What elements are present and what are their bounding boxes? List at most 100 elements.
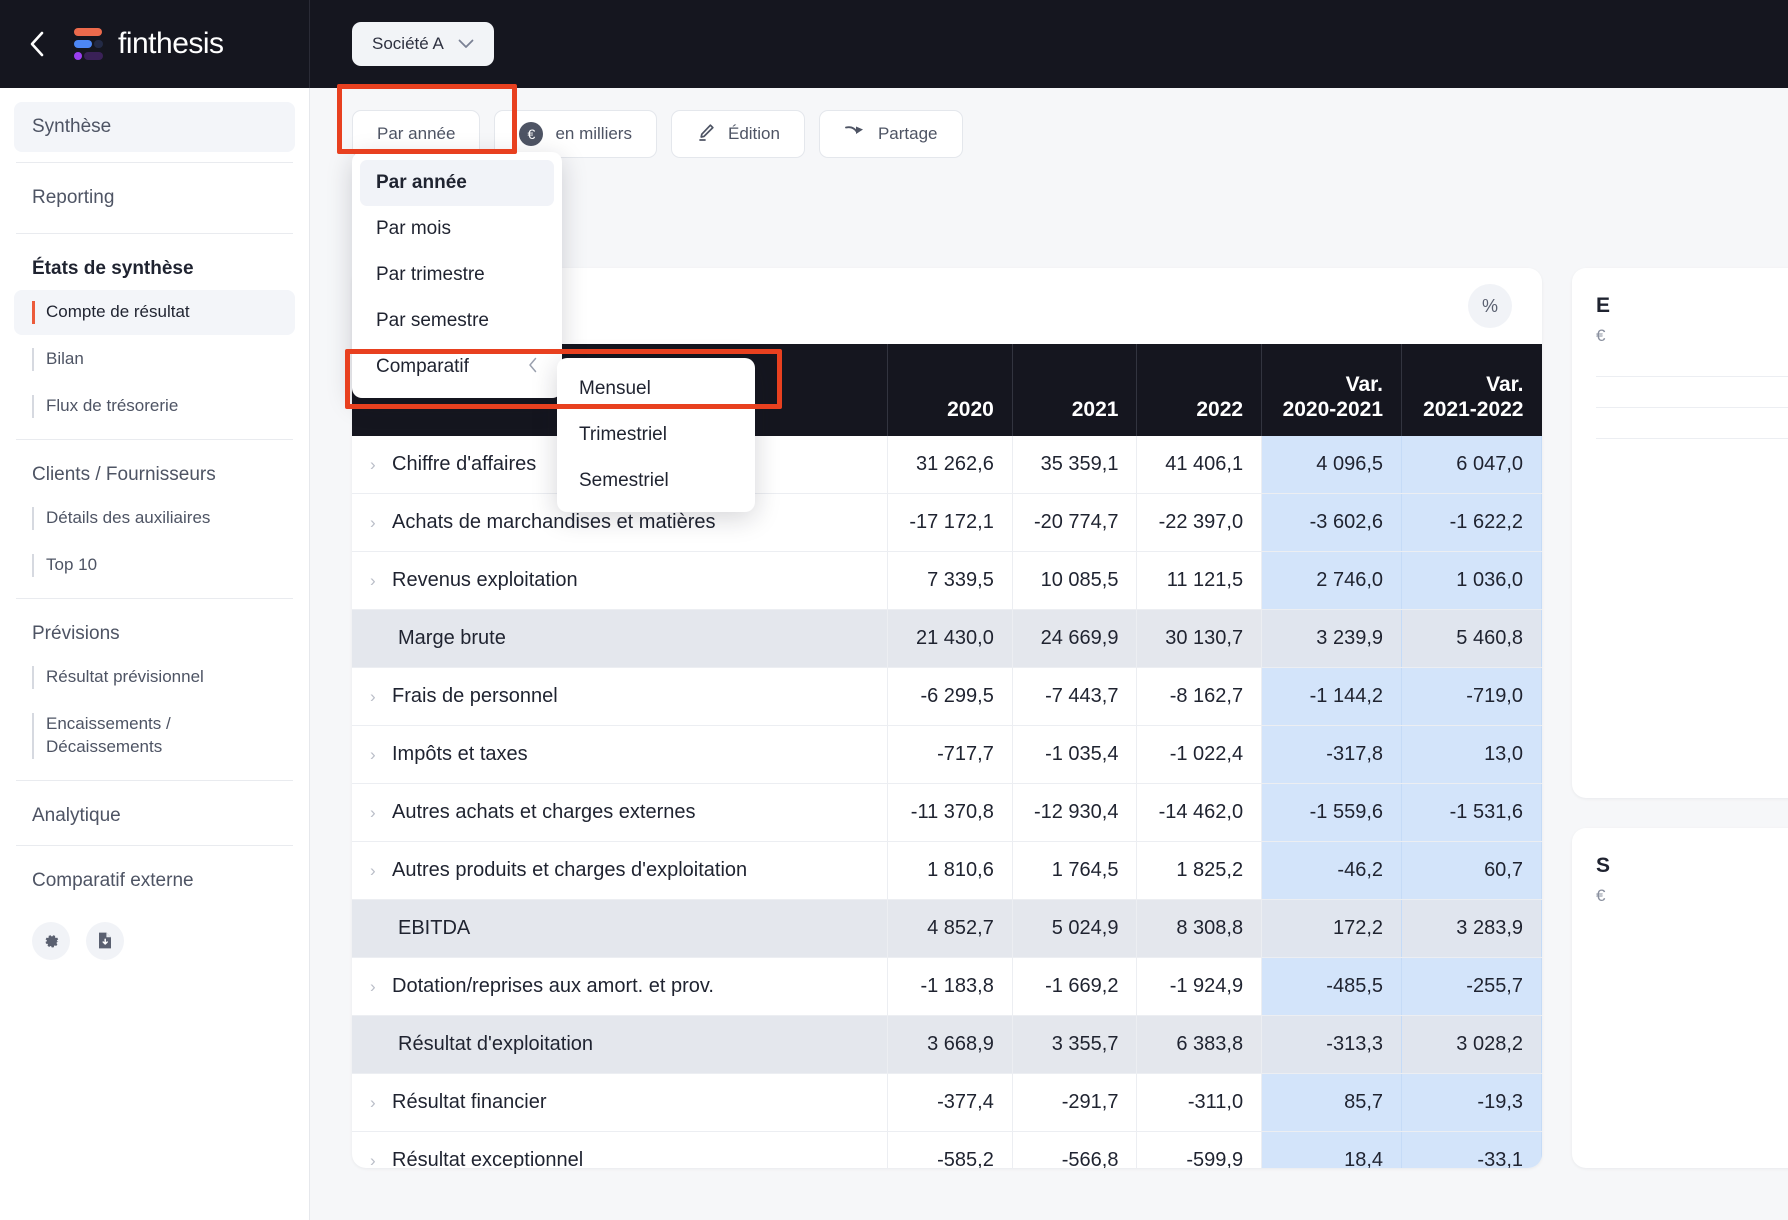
table-row: Résultat d'exploitation 3 668,9 3 355,7 6 3… bbox=[352, 1015, 1542, 1074]
sidebar-item-encaissements-decaissements[interactable]: Encaissements / Décaissements bbox=[14, 702, 244, 770]
menu-item-label: Par année bbox=[376, 172, 467, 193]
percent-toggle-label: % bbox=[1481, 295, 1498, 316]
percent-toggle-button[interactable]: % bbox=[1468, 284, 1512, 328]
chevron-right-icon[interactable]: › bbox=[370, 861, 392, 881]
period-dropdown-button[interactable]: Par année bbox=[352, 110, 481, 158]
chevron-right-icon[interactable]: › bbox=[370, 803, 392, 823]
period-dropdown-label: Par année bbox=[377, 124, 456, 143]
cell-2022: -14 462,0 bbox=[1136, 783, 1263, 842]
table-row: › Résultat financier -377,4 -291,7 -311,0 85,… bbox=[352, 1073, 1542, 1132]
sidebar-item-resultat-previsionnel[interactable]: Résultat prévisionnel bbox=[14, 655, 295, 700]
row-label: Résultat exceptionnel bbox=[392, 1149, 584, 1168]
menu-item-par-semestre[interactable]: Par semestre bbox=[360, 298, 554, 344]
sidebar-group-previsions: Prévisions bbox=[32, 622, 120, 644]
menu-item-comparatif[interactable]: Comparatif bbox=[360, 344, 554, 390]
menu-item-label: Par semestre bbox=[376, 310, 489, 331]
th-var1-top: Var. bbox=[1345, 372, 1384, 396]
cell-var-2021-2022: 3 028,2 bbox=[1401, 1015, 1542, 1074]
cell-2021: -12 930,4 bbox=[1012, 783, 1138, 842]
th-var-2020-2021: Var. 2020-2021 bbox=[1261, 344, 1403, 436]
chevron-right-icon[interactable]: › bbox=[370, 687, 392, 707]
submenu-item-trimestriel[interactable]: Trimestriel bbox=[565, 412, 747, 458]
unit-button-label: en milliers bbox=[555, 124, 632, 143]
chevron-right-icon[interactable]: › bbox=[370, 977, 392, 997]
chevron-right-icon[interactable]: › bbox=[370, 1151, 392, 1168]
menu-item-label: Comparatif bbox=[376, 356, 469, 377]
cell-2022: -8 162,7 bbox=[1136, 667, 1263, 726]
row-label-cell: EBITDA bbox=[352, 899, 889, 958]
side-panel-1: E € bbox=[1572, 268, 1788, 798]
share-button[interactable]: Partage bbox=[818, 110, 963, 158]
cell-2020: -717,7 bbox=[887, 725, 1013, 784]
sidebar-item-label: Encaissements / Décaissements bbox=[46, 713, 171, 756]
share-arrow-icon bbox=[844, 123, 866, 146]
cell-2021: 5 024,9 bbox=[1012, 899, 1138, 958]
file-download-icon[interactable] bbox=[86, 921, 124, 960]
submenu-item-label: Mensuel bbox=[579, 378, 651, 399]
cell-2020: -6 299,5 bbox=[887, 667, 1013, 726]
cell-var-2021-2022: -33,1 bbox=[1401, 1131, 1542, 1168]
cell-2020: 21 430,0 bbox=[887, 609, 1013, 668]
row-label-cell: › Revenus exploitation bbox=[352, 551, 889, 610]
income-statement-card: % 2020 2021 2022 Var. 2020-2021 Var. 202… bbox=[352, 268, 1542, 1168]
menu-item-par-trimestre[interactable]: Par trimestre bbox=[360, 252, 554, 298]
submenu-item-mensuel[interactable]: Mensuel bbox=[565, 366, 747, 412]
chevron-right-icon[interactable]: › bbox=[370, 513, 392, 533]
cell-2021: -291,7 bbox=[1012, 1073, 1138, 1132]
cell-var-2020-2021: -3 602,6 bbox=[1261, 493, 1403, 552]
edition-button-label: Édition bbox=[727, 124, 780, 143]
table-row: EBITDA 4 852,7 5 024,9 8 308,8 172,2 3 283,9 bbox=[352, 899, 1542, 958]
cell-var-2020-2021: -1 144,2 bbox=[1261, 667, 1403, 726]
sidebar-item-top-10[interactable]: Top 10 bbox=[14, 543, 295, 588]
chevron-left-icon[interactable] bbox=[22, 29, 52, 59]
chevron-right-icon[interactable]: › bbox=[370, 455, 392, 475]
edition-button[interactable]: Édition bbox=[670, 110, 805, 158]
side-panel-1-subtitle: € bbox=[1596, 326, 1606, 345]
cell-2020: 3 668,9 bbox=[887, 1015, 1013, 1074]
cell-var-2021-2022: -1 531,6 bbox=[1401, 783, 1542, 842]
sidebar-item-label: Top 10 bbox=[46, 554, 98, 574]
chevron-right-icon[interactable]: › bbox=[370, 1093, 392, 1113]
cell-2022: -311,0 bbox=[1136, 1073, 1263, 1132]
cell-var-2021-2022: 13,0 bbox=[1401, 725, 1542, 784]
menu-item-par-mois[interactable]: Par mois bbox=[360, 206, 554, 252]
th-var-2021-2022: Var. 2021-2022 bbox=[1401, 344, 1542, 436]
table-row: › Dotation/reprises aux amort. et prov. -1… bbox=[352, 957, 1542, 1016]
cell-var-2020-2021: 85,7 bbox=[1261, 1073, 1403, 1132]
sidebar-item-details-des-auxiliaires[interactable]: Détails des auxiliaires bbox=[14, 496, 295, 541]
cell-2020: -11 370,8 bbox=[887, 783, 1013, 842]
unit-button[interactable]: € en milliers bbox=[494, 110, 657, 158]
cell-2022: 1 825,2 bbox=[1136, 841, 1263, 900]
sidebar-item-compte-de-resultat[interactable]: Compte de résultat bbox=[14, 290, 295, 335]
sidebar-item-reporting[interactable]: Reporting bbox=[14, 173, 295, 223]
cell-2021: 3 355,7 bbox=[1012, 1015, 1138, 1074]
sidebar-item-label: Bilan bbox=[46, 348, 84, 368]
gear-icon[interactable] bbox=[32, 921, 70, 960]
cell-2020: -1 183,8 bbox=[887, 957, 1013, 1016]
th-var2-top: Var. bbox=[1486, 372, 1524, 396]
cell-2022: -1 924,9 bbox=[1136, 957, 1263, 1016]
chevron-right-icon[interactable]: › bbox=[370, 571, 392, 591]
row-label: Frais de personnel bbox=[392, 685, 558, 707]
cell-2022: -1 022,4 bbox=[1136, 725, 1263, 784]
share-button-label: Partage bbox=[877, 124, 938, 143]
sidebar-item-synthese[interactable]: Synthèse bbox=[14, 102, 295, 152]
divider bbox=[1596, 438, 1788, 439]
chevron-right-icon[interactable]: › bbox=[370, 745, 392, 765]
menu-item-par-annee[interactable]: Par année bbox=[360, 160, 554, 206]
comparatif-submenu: Mensuel Trimestriel Semestriel bbox=[557, 358, 755, 512]
cell-2022: -22 397,0 bbox=[1136, 493, 1263, 552]
cell-var-2020-2021: -317,8 bbox=[1261, 725, 1403, 784]
sidebar-item-label: Compte de résultat bbox=[46, 302, 190, 321]
cell-2020: 1 810,6 bbox=[887, 841, 1013, 900]
divider bbox=[16, 844, 293, 846]
sidebar-item-flux-de-tresorerie[interactable]: Flux de trésorerie bbox=[14, 384, 295, 429]
sidebar-item-bilan[interactable]: Bilan bbox=[14, 337, 295, 382]
submenu-item-semestriel[interactable]: Semestriel bbox=[565, 458, 747, 504]
cell-2020: -585,2 bbox=[887, 1131, 1013, 1168]
company-selector[interactable]: Société A bbox=[352, 22, 494, 66]
sidebar-item-comparatif-externe[interactable]: Comparatif externe bbox=[14, 856, 295, 900]
chevron-down-icon bbox=[458, 37, 474, 52]
divider bbox=[16, 162, 293, 163]
sidebar-item-analytique[interactable]: Analytique bbox=[14, 791, 295, 835]
